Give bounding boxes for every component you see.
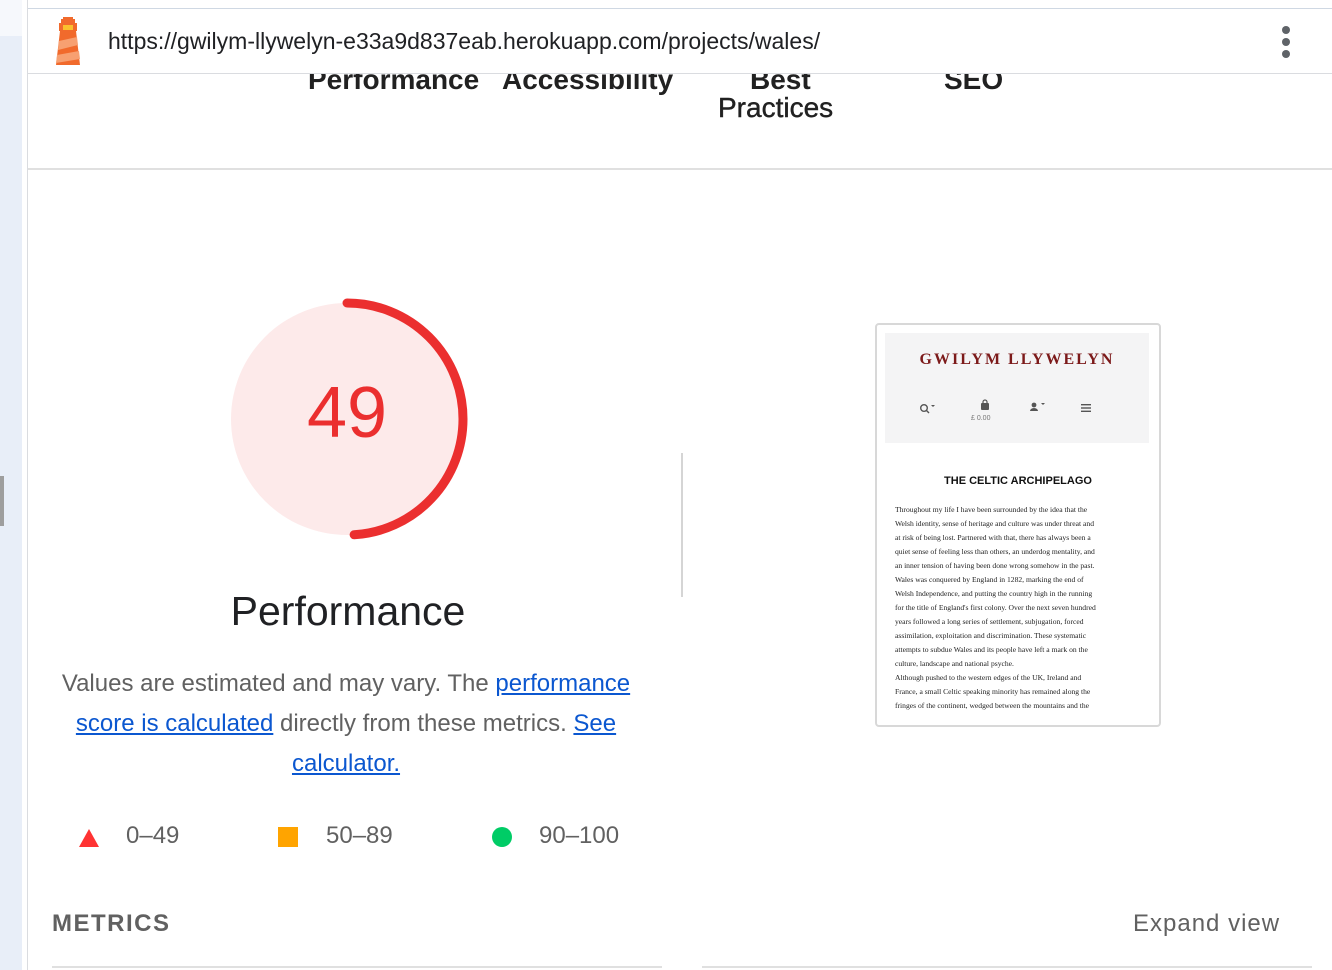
resize-handle[interactable] bbox=[0, 476, 4, 526]
final-screenshot[interactable]: GWILYM LLYWELYN £ 0.00 THE CELTIC ARCHIP… bbox=[875, 323, 1161, 727]
shopping-bag-icon bbox=[981, 399, 989, 410]
legend-pass-range: 90–100 bbox=[539, 822, 620, 849]
screenshot-body-line: assimilation, exploitation and discrimin… bbox=[895, 631, 1087, 640]
screenshot-body-line: Although pushed to the western edges of … bbox=[895, 673, 1082, 682]
screenshot-body-line: attempts to subdue Wales and its people … bbox=[895, 645, 1088, 654]
performance-score: 49 bbox=[306, 373, 388, 453]
screenshot-body-line: for the title of England's first colony.… bbox=[895, 603, 1096, 612]
lighthouse-icon bbox=[56, 17, 80, 65]
screenshot-body-line: an inner tension of having been done wro… bbox=[895, 561, 1095, 570]
screenshot-body: Throughout my life I have been surrounde… bbox=[895, 503, 1139, 713]
screenshot-body-line: quiet sense of feeling less than others,… bbox=[895, 547, 1095, 556]
screenshot-nav-icons: £ 0.00 bbox=[885, 399, 1149, 429]
kebab-menu-icon[interactable] bbox=[1274, 23, 1298, 59]
search-icon bbox=[920, 404, 935, 414]
screenshot-header: GWILYM LLYWELYN £ 0.00 bbox=[885, 333, 1149, 443]
user-icon bbox=[1030, 402, 1045, 411]
square-icon bbox=[278, 827, 298, 847]
screenshot-body-line: Wales was conquered by England in 1282, … bbox=[895, 575, 1084, 584]
screenshot-body-line: Welsh Independence, and putting the coun… bbox=[895, 589, 1093, 598]
score-description: Values are estimated and may vary. The p… bbox=[56, 664, 636, 784]
metrics-heading: METRICS bbox=[52, 910, 171, 937]
screenshot-body-line: culture, landscape and national psyche. bbox=[895, 659, 1014, 668]
screenshot-heading: THE CELTIC ARCHIPELAGO bbox=[944, 475, 1092, 487]
category-divider bbox=[28, 168, 1332, 170]
metric-divider-left bbox=[52, 966, 662, 968]
expand-view-button[interactable]: Expand view bbox=[1133, 910, 1280, 938]
description-text-1: Values are estimated and may vary. The bbox=[61, 670, 496, 697]
hamburger-menu-icon bbox=[1081, 404, 1091, 412]
circle-icon bbox=[492, 827, 512, 847]
screenshot-brand: GWILYM LLYWELYN bbox=[919, 351, 1115, 368]
legend-fail-range: 0–49 bbox=[126, 822, 180, 849]
gauge-title: Performance bbox=[230, 588, 466, 634]
screenshot-body-line: fringes of the continent, wedged between… bbox=[895, 701, 1090, 710]
triangle-icon bbox=[79, 829, 99, 847]
legend-average-range: 50–89 bbox=[326, 822, 393, 849]
report-url[interactable]: https://gwilym-llywelyn-e33a9d837eab.her… bbox=[108, 28, 820, 55]
category-best-practices-line2[interactable]: Practices bbox=[718, 92, 834, 124]
description-text-2: directly from these metrics. bbox=[273, 710, 574, 737]
screenshot-body-line: years followed a long series of settleme… bbox=[895, 617, 1084, 626]
screenshot-body-line: Welsh identity, sense of heritage and cu… bbox=[895, 519, 1095, 528]
side-panel-top bbox=[0, 0, 22, 36]
screenshot-body-line: France, a small Celtic speaking minority… bbox=[895, 687, 1091, 696]
metric-divider-right bbox=[702, 966, 1312, 968]
screenshot-body-line: Throughout my life I have been surrounde… bbox=[895, 505, 1088, 514]
report-topbar: https://gwilym-llywelyn-e33a9d837eab.her… bbox=[28, 8, 1332, 74]
screenshot-body-line: at risk of being lost. Partnered with th… bbox=[895, 533, 1091, 542]
screenshot-price: £ 0.00 bbox=[971, 415, 991, 422]
section-divider bbox=[681, 453, 683, 597]
